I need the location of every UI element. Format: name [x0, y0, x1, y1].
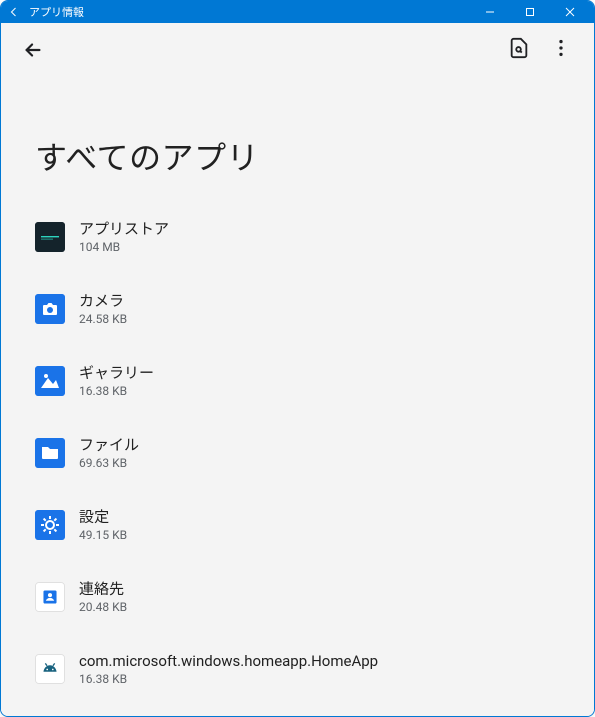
- app-list: アプリストア104 MBカメラ24.58 KBギャラリー16.38 KBファイル…: [1, 201, 594, 715]
- titlebar: アプリ情報: [1, 1, 594, 23]
- app-list-item-texts: アプリストア104 MB: [79, 220, 169, 255]
- app-size: 16.38 KB: [79, 672, 378, 686]
- app-list-item-texts: com.microsoft.windows.homeapp.HomeApp16.…: [79, 652, 378, 687]
- app-size: 16.38 KB: [79, 384, 154, 398]
- app-list-item-texts: ギャラリー16.38 KB: [79, 364, 154, 399]
- app-name: カメラ: [79, 292, 127, 312]
- contacts-icon: [35, 582, 65, 612]
- more-vert-icon: [550, 37, 572, 63]
- back-button[interactable]: [13, 30, 53, 70]
- window-title: アプリ情報: [23, 4, 470, 20]
- gallery-icon: [35, 366, 65, 396]
- android-icon: [35, 654, 65, 684]
- app-size: 49.15 KB: [79, 528, 127, 542]
- app-bar: [1, 23, 594, 77]
- appstore-icon: [35, 222, 65, 252]
- app-name: com.microsoft.windows.homeapp.HomeApp: [79, 652, 378, 672]
- window-frame: アプリ情報: [0, 0, 595, 717]
- app-list-item[interactable]: 連絡先20.48 KB: [35, 561, 574, 633]
- window-controls: [470, 1, 590, 23]
- app-list-item-texts: ファイル69.63 KB: [79, 436, 139, 471]
- app-size: 24.58 KB: [79, 312, 127, 326]
- app-list-item[interactable]: ファイル69.63 KB: [35, 417, 574, 489]
- app-list-item[interactable]: 設定49.15 KB: [35, 489, 574, 561]
- titlebar-back-icon[interactable]: [5, 3, 23, 21]
- settings-icon: [35, 510, 65, 540]
- app-name: 連絡先: [79, 580, 127, 600]
- app-name: 設定: [79, 508, 127, 528]
- app-list-item[interactable]: アプリストア104 MB: [35, 201, 574, 273]
- app-list-item[interactable]: ギャラリー16.38 KB: [35, 345, 574, 417]
- camera-icon: [35, 294, 65, 324]
- app-name: アプリストア: [79, 220, 169, 240]
- app-size: 20.48 KB: [79, 600, 127, 614]
- app-name: ギャラリー: [79, 364, 154, 384]
- content-area: すべてのアプリ アプリストア104 MBカメラ24.58 KBギャラリー16.3…: [1, 23, 594, 716]
- close-button[interactable]: [550, 1, 590, 23]
- app-list-item-texts: 設定49.15 KB: [79, 508, 127, 543]
- app-list-item-texts: カメラ24.58 KB: [79, 292, 127, 327]
- files-icon: [35, 438, 65, 468]
- app-name: ファイル: [79, 436, 139, 456]
- app-size: 69.63 KB: [79, 456, 139, 470]
- overflow-menu-button[interactable]: [540, 29, 582, 71]
- search-button[interactable]: [498, 29, 540, 71]
- minimize-button[interactable]: [470, 1, 510, 23]
- maximize-button[interactable]: [510, 1, 550, 23]
- app-size: 104 MB: [79, 240, 169, 254]
- page-title: すべてのアプリ: [1, 77, 594, 201]
- app-list-item-texts: 連絡先20.48 KB: [79, 580, 127, 615]
- app-list-item[interactable]: カメラ24.58 KB: [35, 273, 574, 345]
- app-list-item[interactable]: com.microsoft.windows.homeapp.HomeApp16.…: [35, 633, 574, 705]
- search-in-page-icon: [508, 37, 530, 63]
